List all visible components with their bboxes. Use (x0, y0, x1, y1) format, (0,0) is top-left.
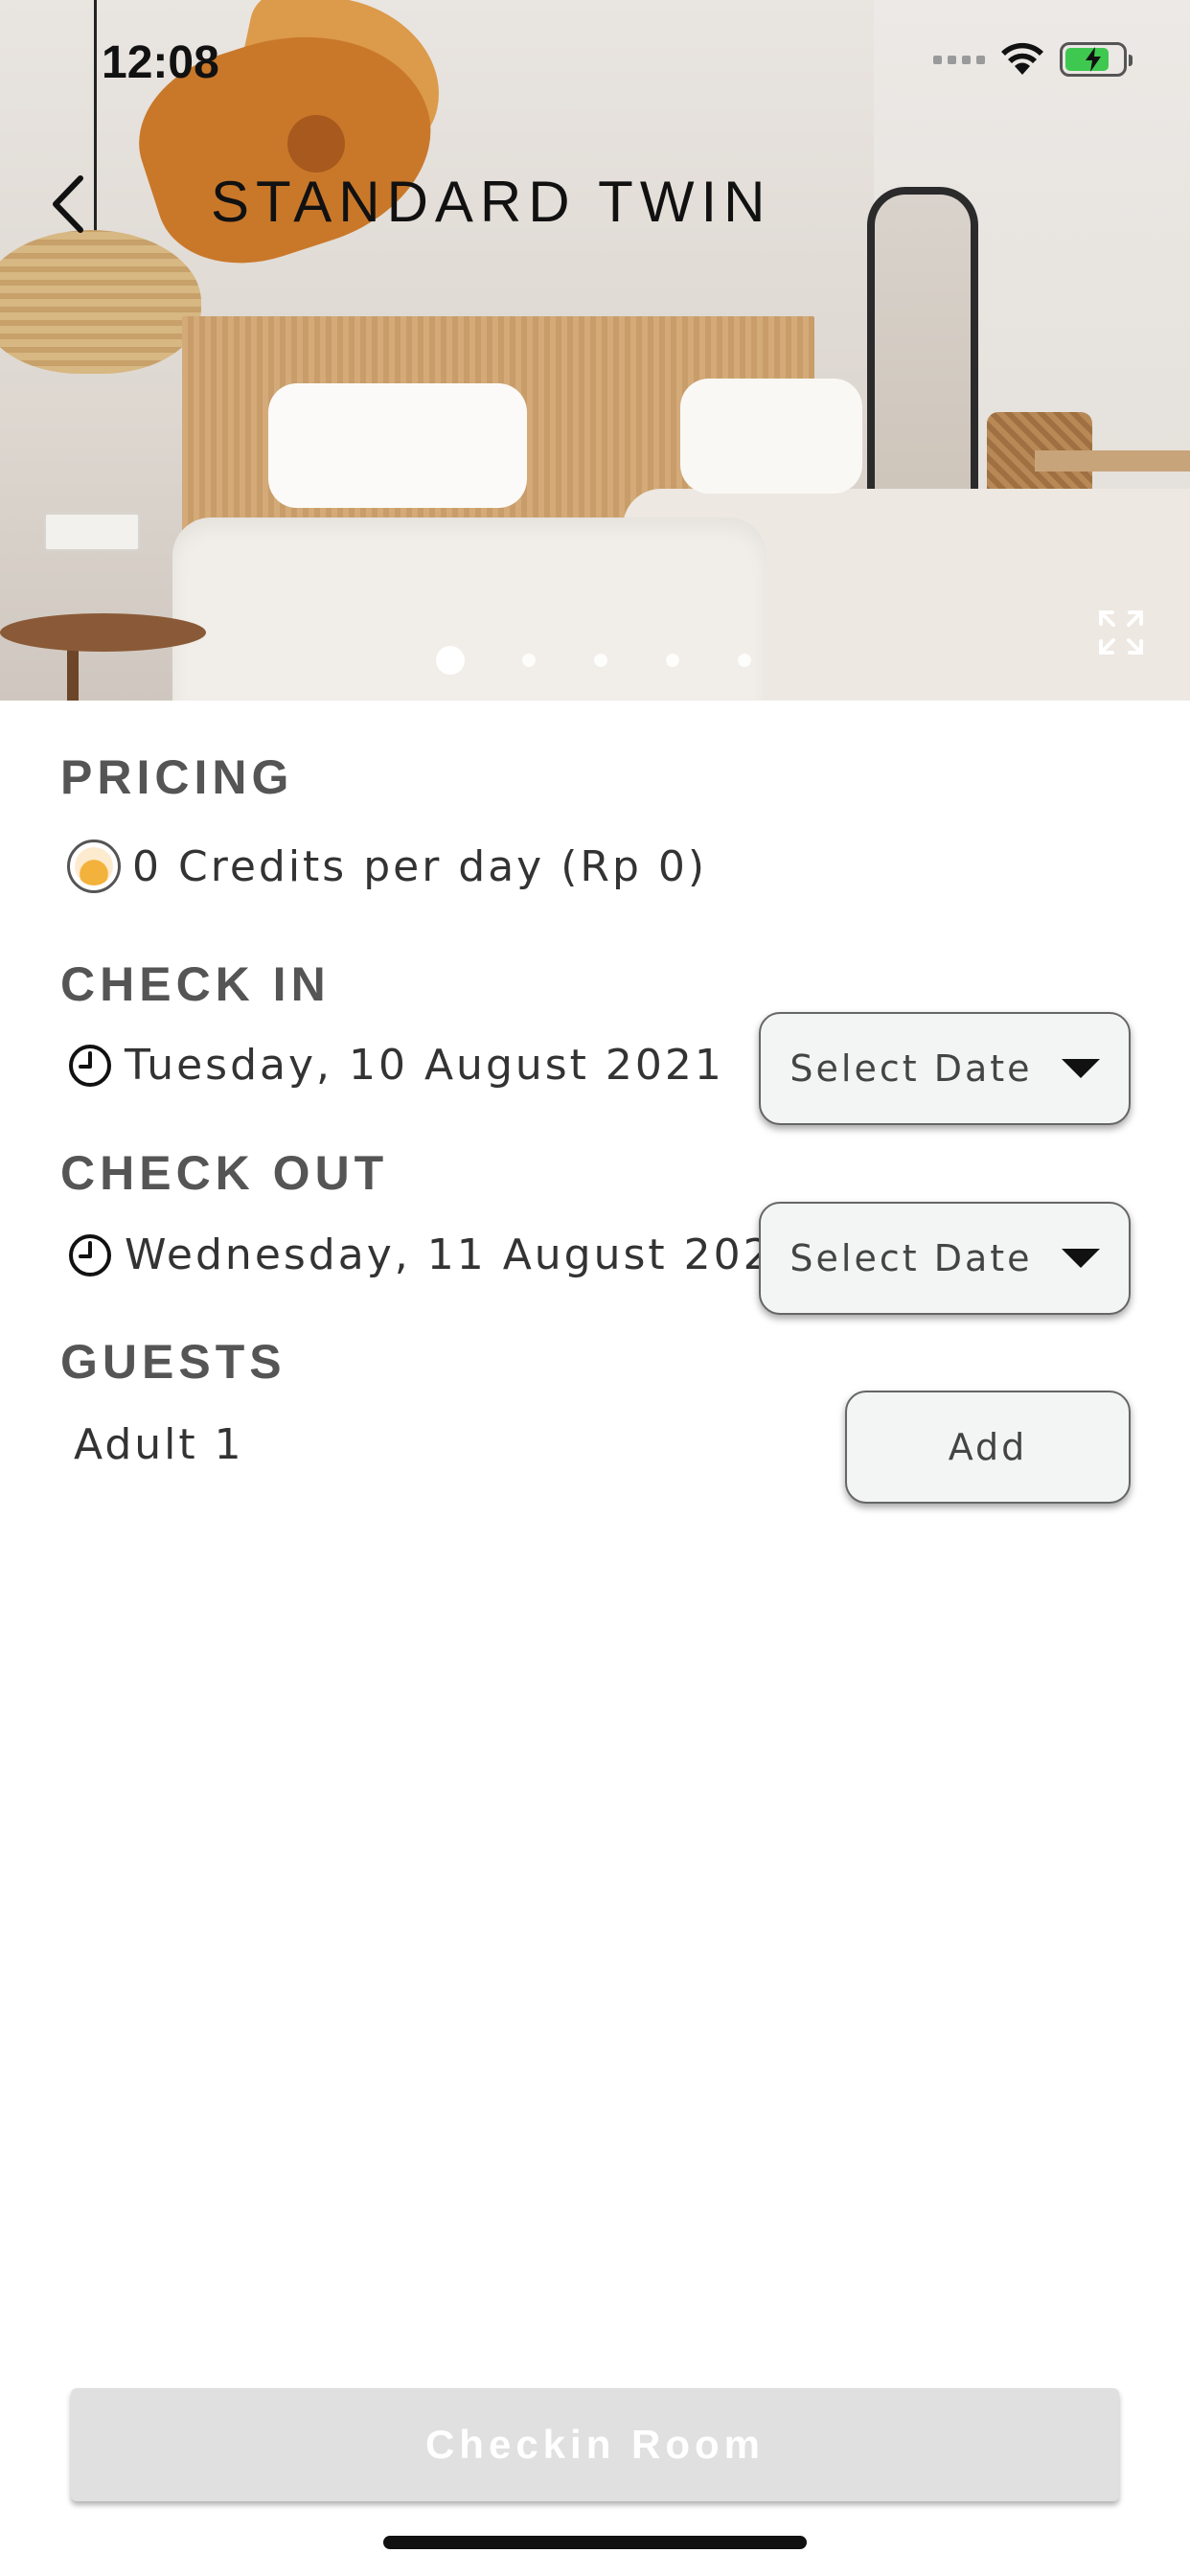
room-detail-screen: 12:08 STANDARD TWIN PRICING 0 Credits pe… (0, 0, 1190, 2576)
carousel-dot[interactable] (594, 654, 607, 667)
cellular-signal-icon (933, 55, 985, 64)
guests-row: Adult 1 (74, 1420, 244, 1469)
carousel-pagination (0, 644, 1190, 675)
status-icons (933, 42, 1133, 77)
select-date-label: Select Date (790, 1237, 1033, 1279)
clock-icon (69, 1044, 111, 1087)
check-out-select-date-button[interactable]: Select Date (759, 1202, 1131, 1315)
add-guest-button[interactable]: Add (845, 1391, 1131, 1504)
credit-coin-icon (67, 840, 121, 893)
chevron-left-icon (53, 175, 83, 233)
check-out-heading: CHECK OUT (60, 1146, 389, 1200)
check-in-heading: CHECK IN (60, 957, 331, 1011)
wifi-icon (1001, 42, 1043, 75)
page-title: STANDARD TWIN (211, 170, 772, 234)
checkin-room-button[interactable]: Checkin Room (71, 2388, 1119, 2501)
carousel-dot[interactable] (436, 646, 465, 675)
carousel-dot[interactable] (522, 654, 536, 667)
pricing-heading: PRICING (60, 750, 294, 804)
carousel-dot[interactable] (666, 654, 679, 667)
check-in-select-date-button[interactable]: Select Date (759, 1012, 1131, 1125)
battery-charging-icon (1060, 42, 1133, 77)
check-in-row: Tuesday, 10 August 2021 (67, 1041, 724, 1090)
pricing-row: 0 Credits per day (Rp 0) (67, 840, 707, 893)
expand-icon (1099, 610, 1143, 655)
home-indicator (383, 2536, 807, 2549)
check-in-date: Tuesday, 10 August 2021 (125, 1041, 724, 1090)
carousel-dot[interactable] (738, 654, 751, 667)
back-button[interactable] (38, 171, 96, 238)
expand-button[interactable] (1097, 609, 1145, 656)
room-photo[interactable] (0, 0, 1190, 701)
status-time: 12:08 (102, 37, 219, 88)
guests-heading: GUESTS (60, 1335, 286, 1389)
check-out-row: Wednesday, 11 August 2021 (67, 1230, 803, 1279)
select-date-label: Select Date (790, 1047, 1033, 1090)
check-out-date: Wednesday, 11 August 2021 (125, 1230, 803, 1279)
clock-icon (69, 1233, 111, 1276)
guests-value: Adult 1 (74, 1420, 244, 1469)
caret-down-icon (1061, 1249, 1100, 1268)
pricing-text: 0 Credits per day (Rp 0) (132, 841, 708, 891)
caret-down-icon (1061, 1059, 1100, 1078)
